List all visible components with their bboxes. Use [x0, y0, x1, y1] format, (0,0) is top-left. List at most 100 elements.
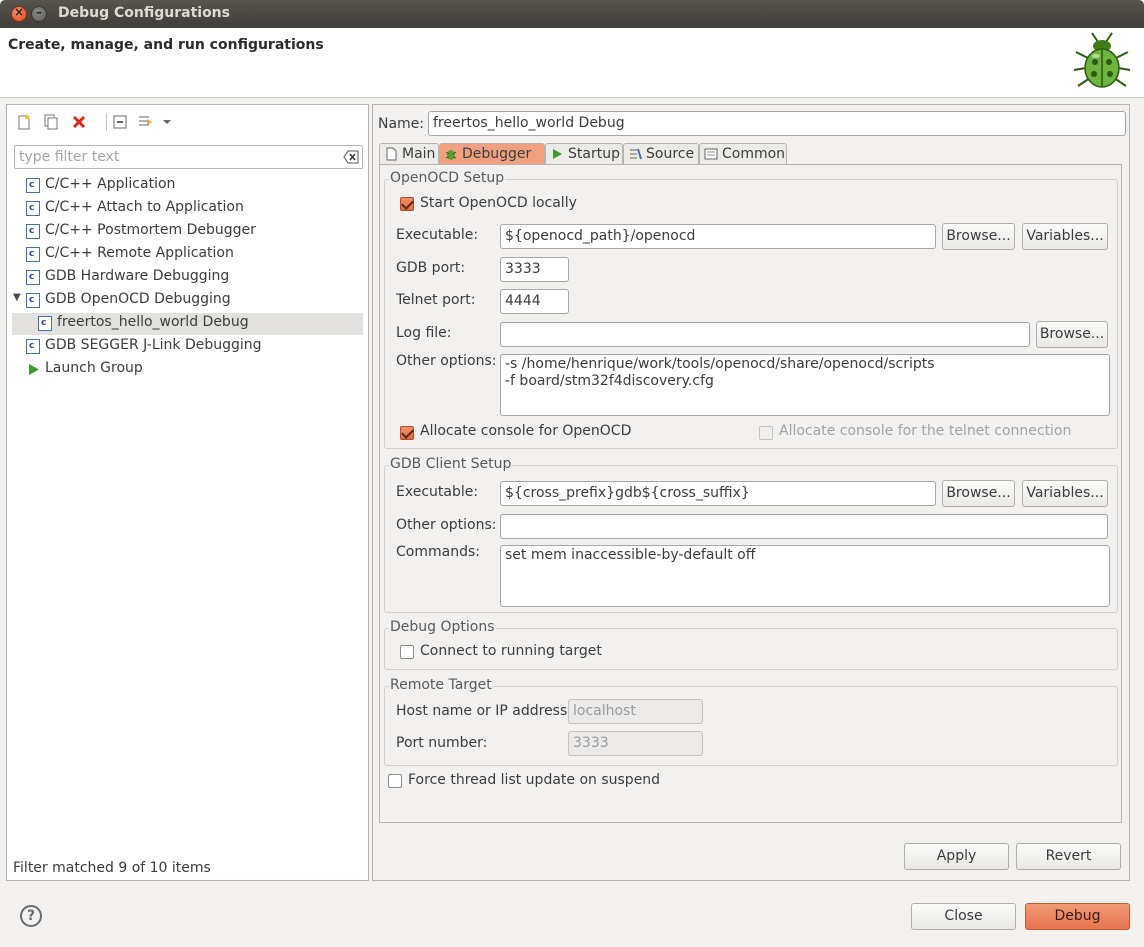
clear-filter-icon[interactable]: [343, 150, 359, 164]
gdb-executable-label: Executable:: [396, 484, 479, 500]
name-label: Name:: [378, 116, 425, 132]
apply-button[interactable]: Apply: [904, 843, 1009, 870]
host-field[interactable]: localhost: [568, 699, 703, 724]
tree-item-gdb-hardware[interactable]: c GDB Hardware Debugging: [26, 267, 362, 289]
expanded-triangle-icon[interactable]: ▼: [13, 292, 21, 303]
name-field[interactable]: freertos_hello_world Debug: [428, 111, 1126, 136]
remote-target-title: Remote Target: [389, 677, 493, 693]
openocd-setup-title: OpenOCD Setup: [389, 170, 506, 186]
c-config-icon: c: [26, 270, 40, 285]
c-config-icon: c: [26, 178, 40, 193]
tree-item-cpp-attach[interactable]: c C/C++ Attach to Application: [26, 198, 362, 220]
filter-status-text: Filter matched 9 of 10 items: [13, 860, 211, 876]
openocd-other-options-label: Other options:: [396, 353, 497, 369]
allocate-openocd-console-label: Allocate console for OpenOCD: [420, 423, 632, 439]
connect-running-target-checkbox[interactable]: [400, 645, 414, 659]
c-config-icon: c: [26, 247, 40, 262]
window-close-button[interactable]: ×: [11, 5, 27, 22]
start-openocd-checkbox[interactable]: [400, 197, 414, 211]
host-label: Host name or IP address:: [396, 703, 572, 719]
allocate-telnet-console-label: Allocate console for the telnet connecti…: [779, 423, 1072, 439]
duplicate-configuration-icon[interactable]: [42, 113, 60, 131]
c-config-icon: c: [38, 316, 52, 331]
toolbar-separator: [106, 113, 107, 131]
port-number-label: Port number:: [396, 735, 488, 751]
window-minimize-button[interactable]: –: [31, 5, 47, 22]
tab-debugger[interactable]: Debugger: [439, 143, 545, 165]
gdb-commands-field[interactable]: set mem inaccessible-by-default off: [500, 545, 1110, 607]
gdb-port-field[interactable]: 3333: [500, 257, 569, 282]
log-file-field[interactable]: [500, 322, 1030, 347]
tree-item-gdb-openocd[interactable]: c GDB OpenOCD Debugging: [26, 290, 362, 312]
close-icon: ×: [13, 5, 25, 19]
tree-item-cpp-postmortem[interactable]: c C/C++ Postmortem Debugger: [26, 221, 362, 243]
configuration-tree-pane: type filter text c C/C++ Application c C…: [6, 104, 369, 881]
tab-source[interactable]: Source: [623, 143, 699, 165]
tab-startup[interactable]: Startup: [545, 143, 623, 165]
allocate-openocd-console-checkbox[interactable]: [400, 426, 414, 440]
gdb-client-setup-title: GDB Client Setup: [389, 456, 513, 472]
gdb-other-options-field[interactable]: [500, 514, 1108, 539]
remote-target-group: Remote Target: [384, 677, 1118, 766]
debug-button[interactable]: Debug: [1025, 903, 1130, 930]
c-config-icon: c: [26, 224, 40, 239]
config-tabs: Main Debugger Startup Source Common: [379, 143, 789, 165]
force-thread-update-checkbox[interactable]: [388, 774, 402, 788]
force-thread-update-label: Force thread list update on suspend: [408, 772, 661, 788]
c-config-icon: c: [26, 293, 40, 308]
debug-options-title: Debug Options: [389, 619, 496, 635]
filter-configurations-icon[interactable]: [137, 113, 155, 131]
tree-item-cpp-application[interactable]: c C/C++ Application: [26, 175, 362, 197]
gdb-variables-button[interactable]: Variables...: [1022, 480, 1108, 507]
help-icon[interactable]: ?: [20, 905, 42, 927]
window-title: Debug Configurations: [58, 5, 230, 21]
log-file-label: Log file:: [396, 325, 452, 341]
log-file-browse-button[interactable]: Browse...: [1036, 321, 1108, 348]
tab-common[interactable]: Common: [699, 143, 787, 165]
launch-group-icon: [29, 364, 39, 375]
gdb-browse-button[interactable]: Browse...: [942, 480, 1015, 507]
bug-icon: [1068, 30, 1138, 94]
filter-placeholder: type filter text: [19, 149, 120, 165]
telnet-port-label: Telnet port:: [396, 292, 476, 308]
tree-item-gdb-segger[interactable]: c GDB SEGGER J-Link Debugging: [26, 336, 362, 358]
allocate-telnet-console-checkbox[interactable]: [759, 426, 773, 440]
filter-menu-chevron-down-icon[interactable]: [161, 113, 173, 131]
tab-main[interactable]: Main: [379, 143, 439, 165]
gdb-port-label: GDB port:: [396, 260, 466, 276]
openocd-executable-label: Executable:: [396, 227, 479, 243]
filter-input[interactable]: type filter text: [14, 145, 363, 169]
common-icon: [704, 148, 718, 160]
debugger-tab-content: OpenOCD Setup Start OpenOCD locally Exec…: [379, 164, 1122, 823]
minimize-icon: –: [36, 5, 42, 19]
debugger-bug-icon: [445, 150, 457, 160]
configuration-editor-pane: Name: freertos_hello_world Debug Main De…: [372, 104, 1130, 881]
main-tab-icon: [386, 147, 397, 161]
startup-play-icon: [553, 149, 562, 159]
tree-item-freertos-hello-world-debug[interactable]: c freertos_hello_world Debug: [12, 313, 363, 335]
close-button[interactable]: Close: [911, 903, 1016, 930]
delete-configuration-icon[interactable]: [70, 113, 88, 131]
port-number-field[interactable]: 3333: [568, 731, 703, 756]
openocd-browse-button[interactable]: Browse...: [942, 223, 1015, 250]
gdb-commands-label: Commands:: [396, 544, 480, 560]
window-titlebar: × – Debug Configurations: [0, 0, 1144, 28]
c-config-icon: c: [26, 201, 40, 216]
tree-item-launch-group[interactable]: Launch Group: [26, 359, 362, 381]
revert-button[interactable]: Revert: [1016, 843, 1121, 870]
connect-running-target-label: Connect to running target: [420, 643, 602, 659]
openocd-other-options-field[interactable]: -s /home/henrique/work/tools/openocd/sha…: [500, 354, 1110, 416]
telnet-port-field[interactable]: 4444: [500, 289, 569, 314]
c-config-icon: c: [26, 339, 40, 354]
gdb-executable-field[interactable]: ${cross_prefix}gdb${cross_suffix}: [500, 481, 936, 506]
tree-item-cpp-remote[interactable]: c C/C++ Remote Application: [26, 244, 362, 266]
dialog-header-title: Create, manage, and run configurations: [8, 37, 324, 53]
openocd-variables-button[interactable]: Variables...: [1022, 223, 1108, 250]
new-configuration-icon[interactable]: [15, 113, 33, 131]
openocd-executable-field[interactable]: ${openocd_path}/openocd: [500, 224, 936, 249]
gdb-other-options-label: Other options:: [396, 517, 497, 533]
dialog-header: Create, manage, and run configurations: [0, 28, 1144, 98]
source-icon: [630, 148, 642, 160]
collapse-all-icon[interactable]: [111, 113, 129, 131]
start-openocd-label: Start OpenOCD locally: [420, 195, 577, 211]
